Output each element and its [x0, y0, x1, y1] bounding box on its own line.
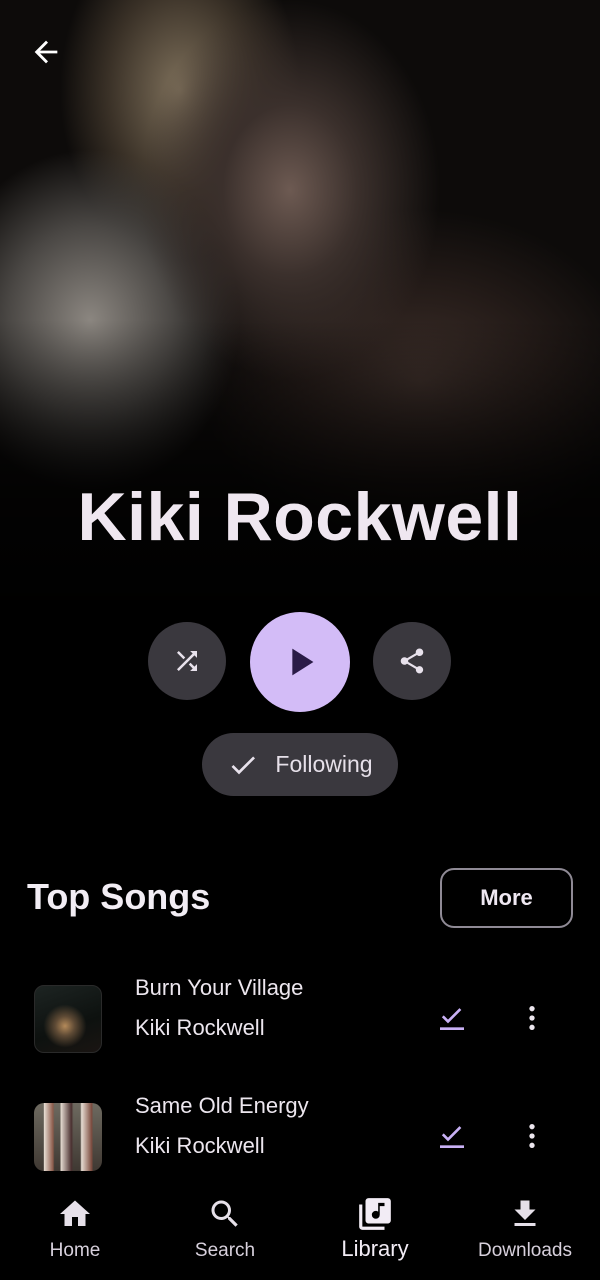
more-button[interactable]: More	[440, 868, 573, 928]
nav-item-home[interactable]: Home	[0, 1180, 150, 1280]
nav-label: Library	[341, 1236, 409, 1261]
downloaded-icon	[434, 1118, 470, 1154]
more-vert-icon[interactable]	[512, 1116, 552, 1156]
song-thumbnail	[34, 985, 102, 1053]
back-button[interactable]	[22, 28, 70, 76]
top-songs-title: Top Songs	[27, 876, 211, 917]
share-button[interactable]	[373, 622, 451, 700]
home-icon	[60, 1200, 90, 1226]
search-icon	[211, 1200, 238, 1227]
song-row[interactable]: Burn Your Village Kiki Rockwell	[0, 970, 600, 1070]
header-gradient	[0, 320, 600, 620]
artist-name: Kiki Rockwell	[77, 479, 523, 555]
share-icon	[400, 648, 424, 674]
nav-label: Home	[49, 1240, 101, 1261]
nav-item-library[interactable]: Library	[300, 1180, 450, 1280]
shuffle-button[interactable]	[148, 622, 226, 700]
library-music-icon	[359, 1198, 391, 1230]
song-thumbnail	[34, 1103, 102, 1171]
following-label: Following	[275, 751, 373, 777]
song-title: Same Old Energy	[135, 1093, 309, 1118]
downloaded-icon	[434, 1000, 470, 1036]
more-vert-icon[interactable]	[512, 998, 552, 1038]
song-artist: Kiki Rockwell	[135, 1015, 265, 1040]
play-button[interactable]	[250, 612, 350, 712]
song-artist: Kiki Rockwell	[135, 1133, 265, 1158]
song-title: Burn Your Village	[135, 975, 304, 1000]
play-icon	[292, 648, 314, 676]
check-icon	[231, 755, 256, 774]
song-row[interactable]: Same Old Energy Kiki Rockwell	[0, 1088, 600, 1188]
nav-label: Downloads	[478, 1240, 572, 1261]
shuffle-icon	[177, 651, 197, 671]
nav-label: Search	[194, 1240, 256, 1261]
bottom-navigation: Home Search Library Downloads	[0, 1180, 600, 1280]
nav-item-search[interactable]: Search	[150, 1180, 300, 1280]
following-button[interactable]: Following	[202, 733, 398, 796]
nav-item-downloads[interactable]: Downloads	[450, 1180, 600, 1280]
arrow-back-icon	[34, 40, 58, 64]
download-icon	[514, 1200, 536, 1226]
